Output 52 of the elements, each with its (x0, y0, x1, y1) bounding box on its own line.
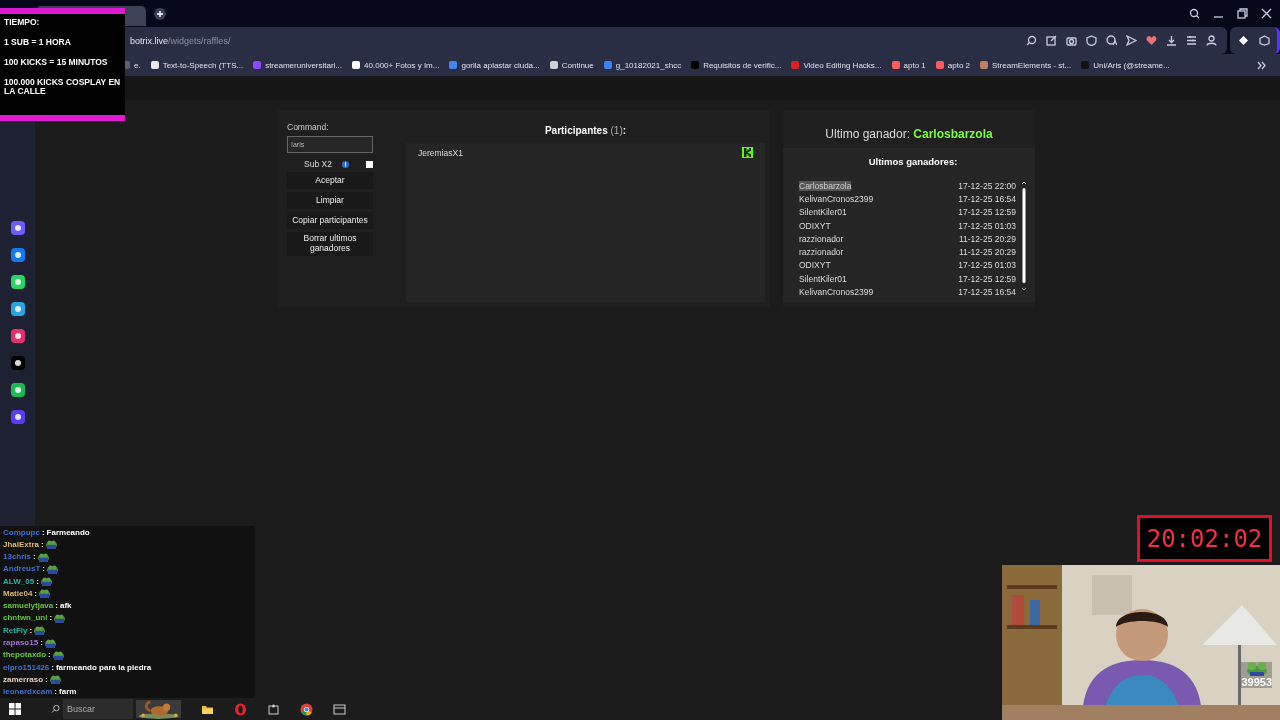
chat-username: Compupc (3, 527, 40, 537)
overlay-text: 100.000 KICKS COSPLAY EN LA CALLE (4, 77, 121, 96)
chat-separator: : (41, 539, 44, 549)
chat-username: ALW_05 (3, 576, 35, 586)
winner-date: 11-12-25 20:29 (958, 233, 1016, 244)
command-label: Command: (287, 122, 329, 132)
sub-label: Sub X2 (304, 159, 332, 169)
count-text: 39953 (1241, 676, 1272, 688)
winner-date: 11-12-25 20:29 (958, 247, 1016, 258)
winner-date: 17-12-25 16:54 (958, 193, 1016, 204)
winner-date: 17-12-25 01:03 (958, 220, 1016, 231)
chat-separator: : (45, 674, 48, 684)
winner-date: 17-12-25 01:03 (958, 260, 1016, 271)
chat-separator: : (48, 650, 51, 660)
chat-separator: : (54, 687, 58, 697)
chat-username: 13chris (3, 552, 32, 562)
chat-username: RetFly (3, 625, 28, 635)
chat-message: farm (59, 687, 77, 697)
chat-username: AndreusT (3, 564, 41, 574)
overlay-text: TIEMPO: (4, 18, 41, 27)
winner-date: 17-12-25 16:54 (958, 287, 1016, 297)
chat-message: farmeando para la piedra (55, 662, 152, 672)
chat-separator: : (34, 588, 38, 598)
chat-username: JhalExtra (3, 539, 40, 549)
chat-username: rapaso15 (3, 638, 39, 647)
winner-date: 17-12-25 22:00 (958, 180, 1016, 191)
chat-separator: : (42, 564, 45, 574)
winner-date: 17-12-25 12:59 (958, 273, 1016, 284)
chat-separator: : (51, 662, 54, 672)
chat-username: Matie04 (3, 588, 33, 598)
timer-display: 20:02:02 (1137, 515, 1272, 562)
chat-separator: : (36, 576, 39, 586)
chat-separator: : (49, 613, 53, 623)
winner-date: 17-12-25 12:59 (958, 207, 1016, 218)
chat-message: afk (59, 601, 72, 611)
chat-separator: : (41, 527, 45, 537)
chat-message: Farmeando (46, 527, 90, 537)
last-winner-heading: Ultimo ganador: Carlosbarzola (824, 126, 994, 143)
chat-separator: : (55, 601, 58, 611)
overlay-text: 100 KICKS = 15 MINUTOS (4, 57, 109, 67)
chat-username: elpro151426 (3, 662, 50, 672)
chat-separator: : (29, 625, 33, 635)
participant-name: JeremiasX1 (418, 147, 463, 158)
chat-separator: : (33, 552, 36, 562)
chat-username: zamerraso (3, 674, 44, 684)
chat-username: leonardxcam (3, 687, 53, 697)
chat-username: samuelytjava (3, 601, 54, 611)
chat-separator: : (40, 638, 43, 647)
winners-title: Ultimos ganadores: (867, 156, 959, 167)
participants-heading: Participantes (1): (543, 124, 628, 136)
chat-username: chntwn_uni (3, 613, 48, 623)
chat-username: thepotaxdo (3, 650, 47, 660)
